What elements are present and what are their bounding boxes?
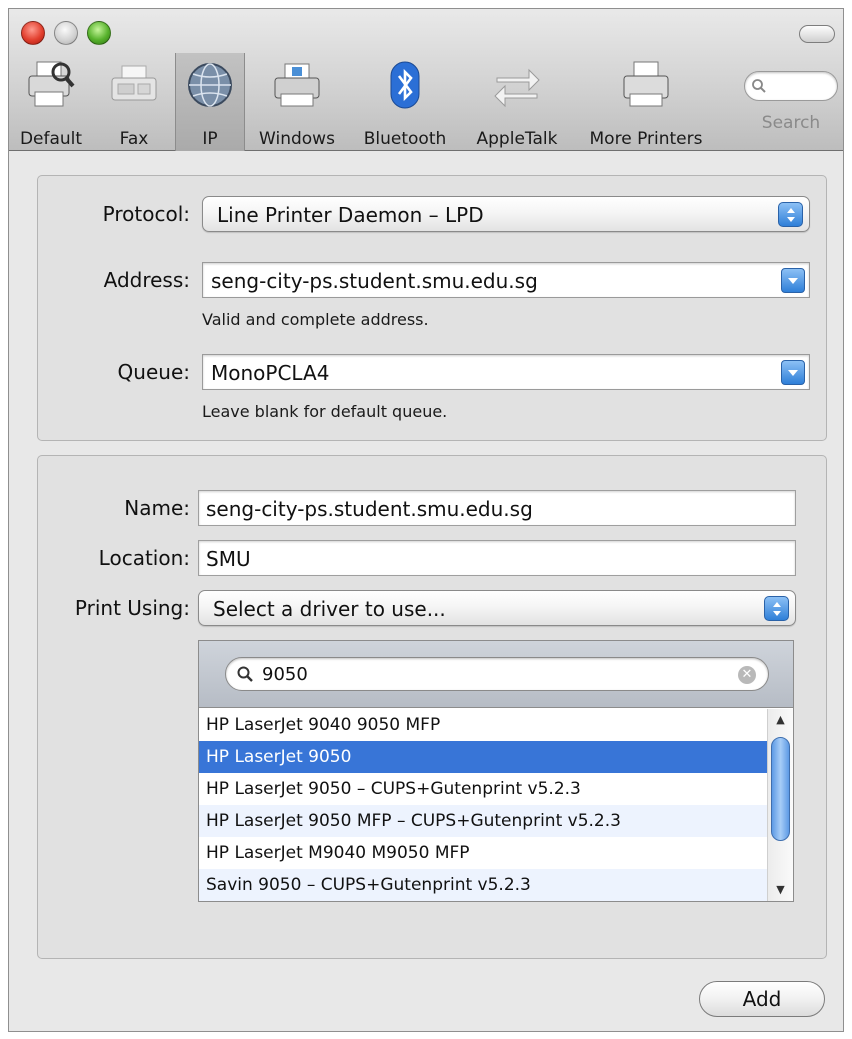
address-label: Address: — [103, 268, 190, 292]
protocol-value: Line Printer Daemon – LPD — [217, 203, 484, 227]
name-value: seng-city-ps.student.smu.edu.sg — [206, 497, 533, 521]
toolbar-label-bluetooth: Bluetooth — [363, 129, 447, 149]
search-icon — [752, 79, 766, 93]
toolbar-item-more-printers[interactable]: More Printers — [577, 53, 715, 151]
toolbar-label-search: Search — [761, 113, 821, 133]
name-field[interactable]: seng-city-ps.student.smu.edu.sg — [198, 490, 796, 526]
clear-search-icon[interactable]: ✕ — [738, 666, 756, 684]
location-value: SMU — [206, 547, 251, 571]
bluetooth-icon — [377, 59, 433, 111]
address-combo[interactable]: seng-city-ps.student.smu.edu.sg — [202, 262, 810, 298]
connection-panel: Protocol: Line Printer Daemon – LPD Addr… — [37, 175, 827, 441]
windows-printer-icon — [269, 59, 325, 111]
scroll-up-icon[interactable]: ▲ — [768, 709, 793, 731]
driver-list-item[interactable]: HP LaserJet 9040 9050 MFP — [199, 709, 769, 741]
toolbar-item-ip[interactable]: IP — [175, 53, 245, 151]
toolbar-label-fax: Fax — [119, 129, 149, 149]
add-printer-window: Default Fax IP Windows Bluetooth AppleTa… — [8, 8, 844, 1032]
appletalk-icon — [489, 59, 545, 111]
globe-icon — [182, 59, 238, 111]
name-label: Name: — [124, 496, 190, 520]
driver-list: HP LaserJet 9040 9050 MFP HP LaserJet 90… — [199, 709, 769, 901]
driver-search-value: 9050 — [262, 664, 308, 685]
toolbar-item-fax[interactable]: Fax — [101, 53, 167, 151]
driver-list-item[interactable]: HP LaserJet 9050 – CUPS+Gutenprint v5.2.… — [199, 773, 769, 805]
print-using-popup[interactable]: Select a driver to use... — [198, 590, 796, 626]
scrollbar-thumb[interactable] — [771, 737, 790, 841]
driver-search-bar: 9050 ✕ — [199, 641, 793, 708]
toolbar-search-field[interactable] — [744, 71, 838, 101]
more-printers-icon — [618, 59, 674, 111]
location-label: Location: — [98, 546, 190, 570]
driver-browser: 9050 ✕ HP LaserJet 9040 9050 MFP HP Lase… — [198, 640, 794, 902]
toolbar-item-bluetooth[interactable]: Bluetooth — [353, 53, 457, 151]
printer-details-panel: Name: seng-city-ps.student.smu.edu.sg Lo… — [37, 455, 827, 959]
toolbar-label-windows: Windows — [259, 129, 335, 149]
driver-list-item-selected[interactable]: HP LaserJet 9050 — [199, 741, 769, 773]
toolbar-item-default[interactable]: Default — [9, 53, 93, 151]
search-icon — [237, 666, 253, 682]
driver-list-item[interactable]: HP LaserJet M9040 M9050 MFP — [199, 837, 769, 869]
location-field[interactable]: SMU — [198, 540, 796, 576]
window-toolbar: Default Fax IP Windows Bluetooth AppleTa… — [9, 9, 843, 151]
protocol-label: Protocol: — [102, 202, 190, 226]
toolbar-item-search: Search — [739, 53, 843, 151]
driver-list-item[interactable]: Savin 9050 – CUPS+Gutenprint v5.2.3 — [199, 869, 769, 901]
chevron-down-icon[interactable] — [781, 360, 805, 385]
driver-search-input[interactable]: 9050 ✕ — [225, 657, 769, 691]
queue-value: MonoPCLA4 — [211, 361, 330, 385]
queue-combo[interactable]: MonoPCLA4 — [202, 354, 810, 390]
printer-icon — [23, 59, 79, 111]
printer-type-toolbar: Default Fax IP Windows Bluetooth AppleTa… — [9, 53, 843, 151]
address-hint: Valid and complete address. — [202, 310, 429, 329]
scroll-down-icon[interactable]: ▼ — [768, 879, 793, 901]
window-controls — [21, 21, 111, 45]
print-using-value: Select a driver to use... — [213, 597, 446, 621]
toolbar-toggle-button[interactable] — [799, 25, 835, 43]
toolbar-label-appletalk: AppleTalk — [476, 129, 558, 149]
toolbar-label-ip: IP — [202, 129, 218, 149]
minimize-button[interactable] — [54, 21, 78, 45]
driver-list-scrollbar[interactable]: ▲ ▼ — [767, 709, 793, 901]
popup-arrows-icon — [764, 596, 789, 621]
protocol-popup[interactable]: Line Printer Daemon – LPD — [202, 196, 810, 232]
toolbar-label-default: Default — [19, 129, 83, 149]
zoom-button[interactable] — [87, 21, 111, 45]
toolbar-item-windows[interactable]: Windows — [251, 53, 343, 151]
toolbar-item-appletalk[interactable]: AppleTalk — [461, 53, 573, 151]
queue-label: Queue: — [117, 360, 190, 384]
toolbar-label-more-printers: More Printers — [589, 129, 703, 149]
popup-arrows-icon — [778, 202, 803, 227]
chevron-down-icon[interactable] — [781, 268, 805, 293]
close-button[interactable] — [21, 21, 45, 45]
address-value: seng-city-ps.student.smu.edu.sg — [211, 269, 538, 293]
fax-icon — [106, 59, 162, 111]
add-button[interactable]: Add — [699, 981, 825, 1017]
queue-hint: Leave blank for default queue. — [202, 402, 448, 421]
driver-list-item[interactable]: HP LaserJet 9050 MFP – CUPS+Gutenprint v… — [199, 805, 769, 837]
print-using-label: Print Using: — [74, 596, 190, 620]
